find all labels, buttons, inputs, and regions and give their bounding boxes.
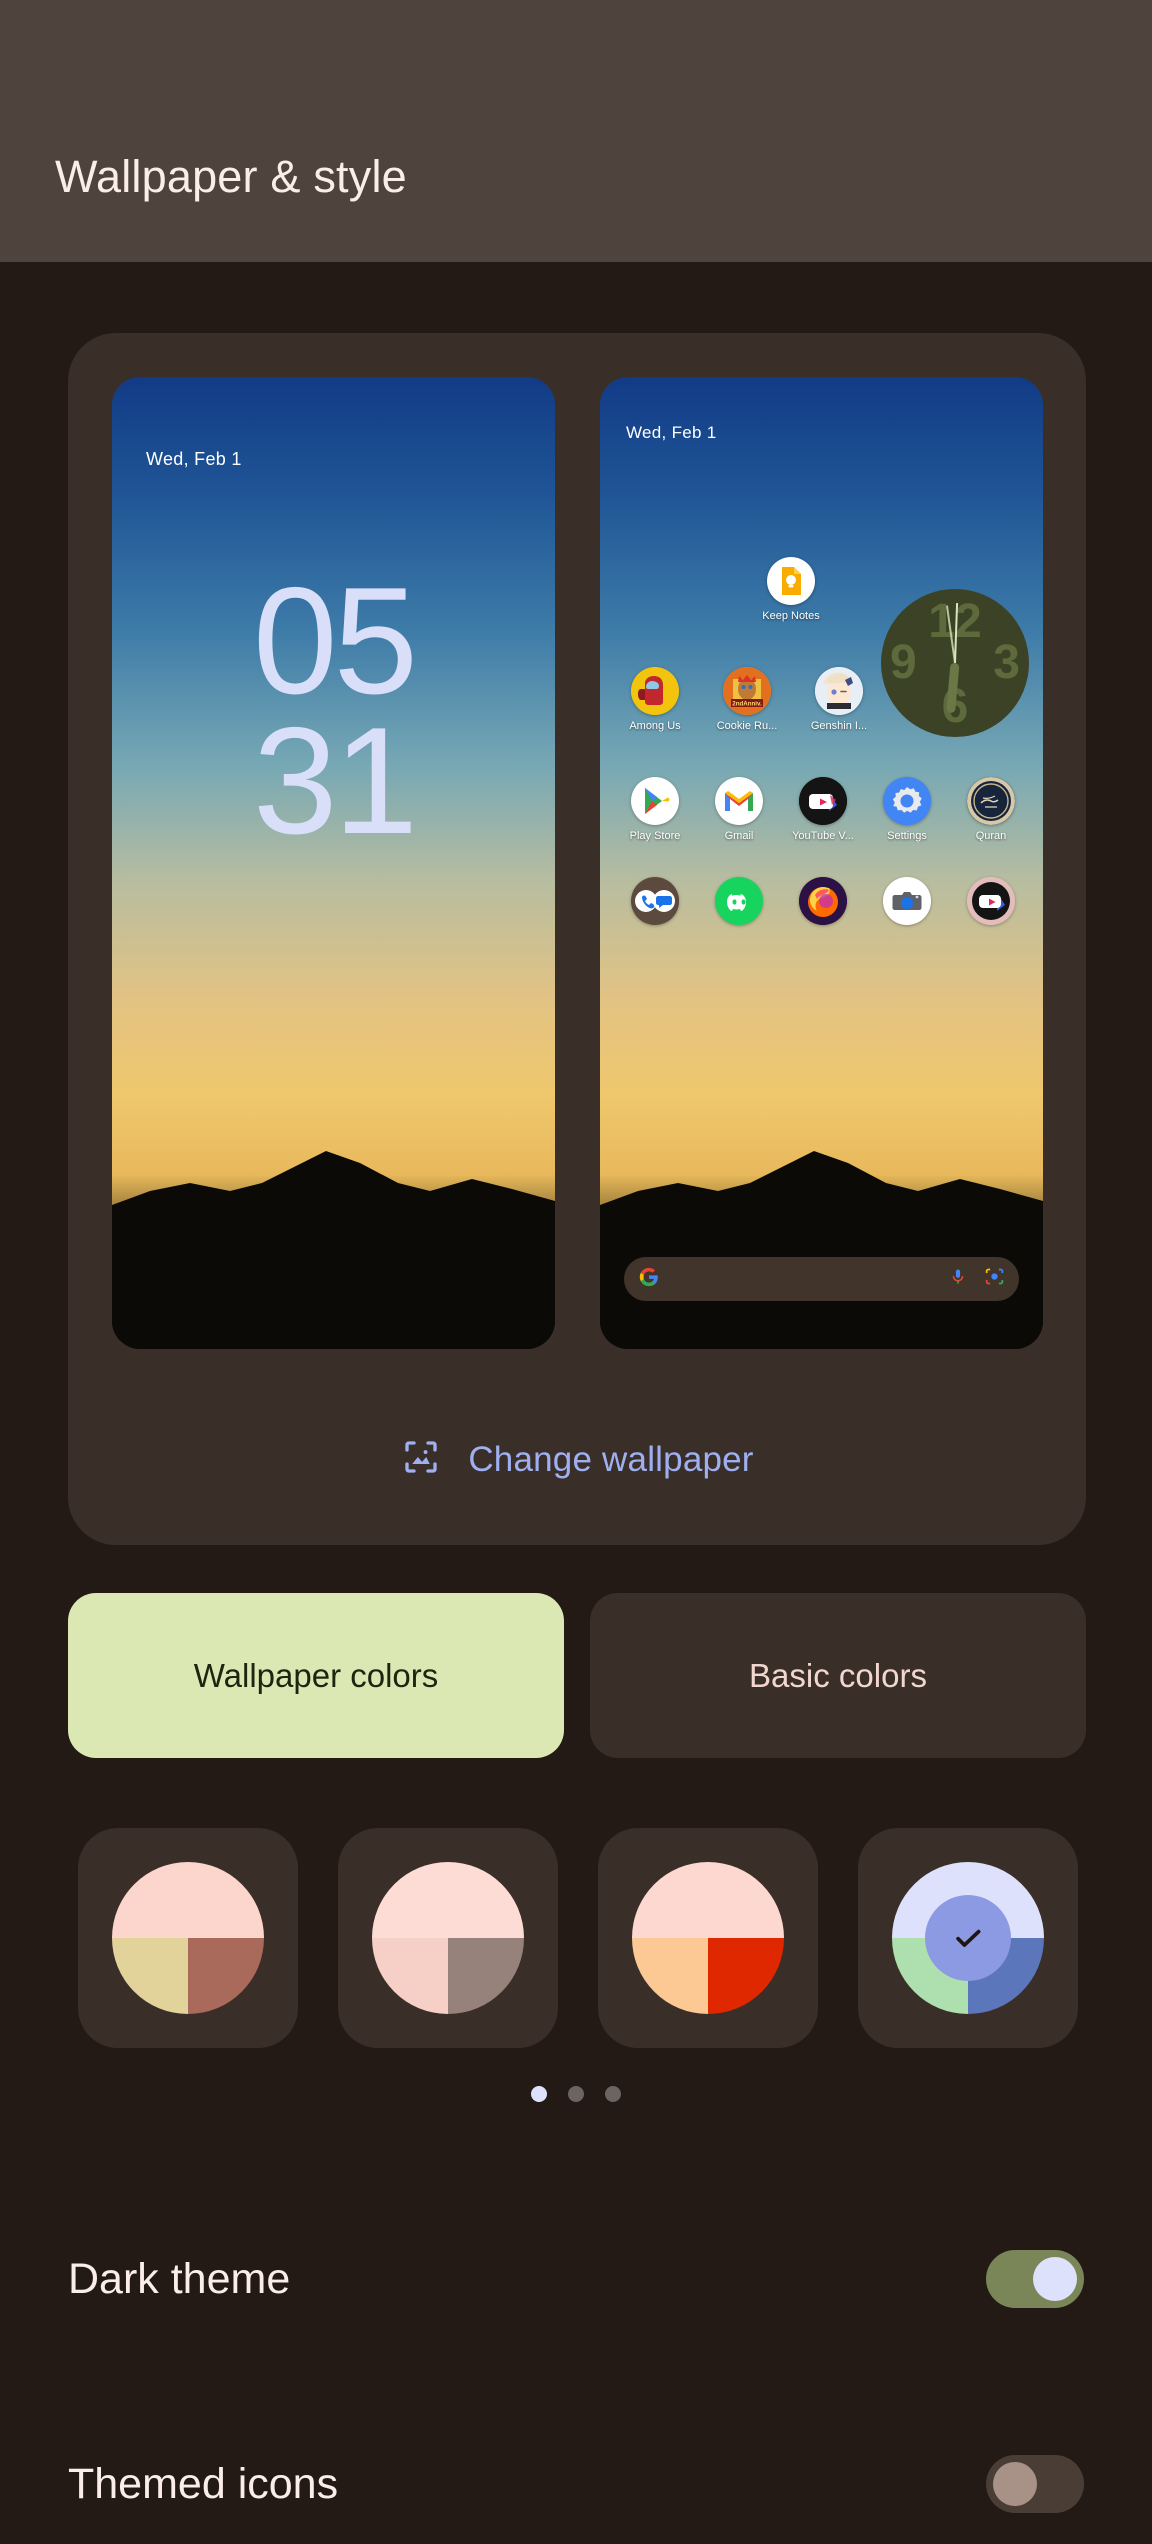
app-label: Gmail: [724, 830, 754, 842]
tab-wallpaper-colors[interactable]: Wallpaper colors: [68, 1593, 564, 1758]
discord-icon: [715, 877, 763, 925]
among-us-icon: [631, 667, 679, 715]
themed-icons-label: Themed icons: [68, 2459, 339, 2508]
home-screen-date: Wed, Feb 1: [626, 423, 717, 442]
app-label: Quran: [975, 830, 1007, 842]
lock-screen-date: Wed, Feb 1: [146, 449, 242, 469]
swatch-quadrant-bottom-left: [112, 1938, 188, 2014]
image-frame-icon: [400, 1436, 442, 1483]
phone-messages-folder-icon: [631, 877, 679, 925]
swatch-circle: [892, 1862, 1044, 2014]
clock-number-3: 3: [993, 636, 1020, 689]
app-bar: Wallpaper & style: [0, 0, 1152, 262]
swatch-quadrant-bottom-left: [372, 1938, 448, 2014]
app-icon-gmail[interactable]: Gmail: [702, 777, 776, 842]
clock-number-9: 9: [890, 636, 917, 689]
wallpaper-preview-card: Wed, Feb 1 05 31 Wed, Feb 1 12 3 6 9: [68, 333, 1086, 1545]
app-label: Among Us: [629, 720, 681, 732]
app-icon-settings[interactable]: Settings: [870, 777, 944, 842]
swatch-quadrant-top: [372, 1862, 524, 1938]
swatch-quadrant-bottom-right: [708, 1938, 784, 2014]
analog-clock-widget[interactable]: 12 3 6 9: [881, 589, 1029, 737]
toggle-knob: [1033, 2257, 1077, 2301]
home-screen-preview[interactable]: Wed, Feb 1 12 3 6 9 K: [600, 377, 1043, 1349]
color-swatch-4[interactable]: [858, 1828, 1078, 2048]
page-title: Wallpaper & style: [55, 151, 407, 202]
app-label: Settings: [887, 830, 927, 842]
dock-icon-youtube-music[interactable]: [954, 877, 1028, 925]
dock-icon-discord[interactable]: [702, 877, 776, 925]
mountain-silhouette: [112, 1151, 555, 1349]
dock-icon-firefox[interactable]: [786, 877, 860, 925]
tab-basic-colors[interactable]: Basic colors: [590, 1593, 1086, 1758]
dock-icon-camera[interactable]: [870, 877, 944, 925]
cookie-run-icon: 2ndAnniv.: [723, 667, 771, 715]
dock-icon-phone-messages-folder[interactable]: [618, 877, 692, 925]
app-icon-youtube-vanced[interactable]: YouTube V...: [786, 777, 860, 842]
color-swatch-2[interactable]: [338, 1828, 558, 2048]
mountain-silhouette: [600, 1151, 1043, 1349]
check-icon: [956, 1929, 981, 1947]
app-label: Play Store: [629, 830, 681, 842]
play-store-icon: [631, 777, 679, 825]
change-wallpaper-label: Change wallpaper: [468, 1439, 754, 1479]
google-g-icon: [638, 1266, 660, 1293]
app-icon-play-store[interactable]: Play Store: [618, 777, 692, 842]
color-swatch-list: [78, 1828, 1078, 2048]
youtube-music-icon: [967, 877, 1015, 925]
dark-theme-label: Dark theme: [68, 2254, 291, 2303]
settings-icon: [883, 777, 931, 825]
app-label: Genshin I...: [810, 720, 868, 732]
lock-screen-preview[interactable]: Wed, Feb 1 05 31: [112, 377, 555, 1349]
change-wallpaper-button[interactable]: Change wallpaper: [68, 1436, 1086, 1483]
microphone-icon[interactable]: [948, 1267, 968, 1292]
clock-minutes: 31: [252, 695, 418, 866]
camera-icon: [883, 877, 931, 925]
app-icon-quran[interactable]: Quran: [954, 777, 1028, 842]
gmail-icon: [715, 777, 763, 825]
color-swatch-1[interactable]: [78, 1828, 298, 2048]
page-dot-1[interactable]: [531, 2086, 547, 2102]
quran-icon: [967, 777, 1015, 825]
setting-row-dark-theme[interactable]: Dark theme: [0, 2219, 1152, 2339]
google-search-bar[interactable]: [624, 1257, 1019, 1301]
swatch-quadrant-top: [112, 1862, 264, 1938]
app-label: YouTube V...: [792, 830, 854, 842]
page-dot-3[interactable]: [605, 2086, 621, 2102]
app-label: Keep Notes: [762, 610, 820, 622]
swatch-selected-indicator: [925, 1895, 1011, 1981]
swatch-quadrant-top: [632, 1862, 784, 1938]
clock-hours: 05: [252, 556, 418, 726]
app-label: Cookie Ru...: [716, 720, 778, 732]
app-icon-keep-notes[interactable]: Keep Notes: [754, 557, 828, 622]
swatch-circle: [632, 1862, 784, 2014]
genshin-impact-icon: [815, 667, 863, 715]
swatch-circle: [372, 1862, 524, 2014]
app-icon-cookie-run[interactable]: 2ndAnniv. Cookie Ru...: [710, 667, 784, 732]
lock-screen-clock: 05 31: [112, 556, 555, 866]
keep-notes-icon: [767, 557, 815, 605]
swatch-quadrant-bottom-right: [188, 1938, 264, 2014]
color-source-tabs: Wallpaper colors Basic colors: [68, 1593, 1086, 1758]
toggle-knob: [993, 2462, 1037, 2506]
google-lens-icon[interactable]: [984, 1266, 1005, 1292]
swatch-quadrant-bottom-left: [632, 1938, 708, 2014]
swatch-quadrant-bottom-right: [448, 1938, 524, 2014]
setting-row-themed-icons[interactable]: Themed icons: [0, 2424, 1152, 2544]
color-swatch-3[interactable]: [598, 1828, 818, 2048]
swatch-circle: [112, 1862, 264, 2014]
dark-theme-toggle[interactable]: [986, 2250, 1084, 2308]
themed-icons-toggle[interactable]: [986, 2455, 1084, 2513]
youtube-vanced-icon: [799, 777, 847, 825]
svg-text:2ndAnniv.: 2ndAnniv.: [732, 700, 762, 707]
app-icon-among-us[interactable]: Among Us: [618, 667, 692, 732]
page-dot-2[interactable]: [568, 2086, 584, 2102]
swatch-page-indicator: [0, 2086, 1152, 2102]
firefox-icon: [799, 877, 847, 925]
app-icon-genshin-impact[interactable]: Genshin I...: [802, 667, 876, 732]
